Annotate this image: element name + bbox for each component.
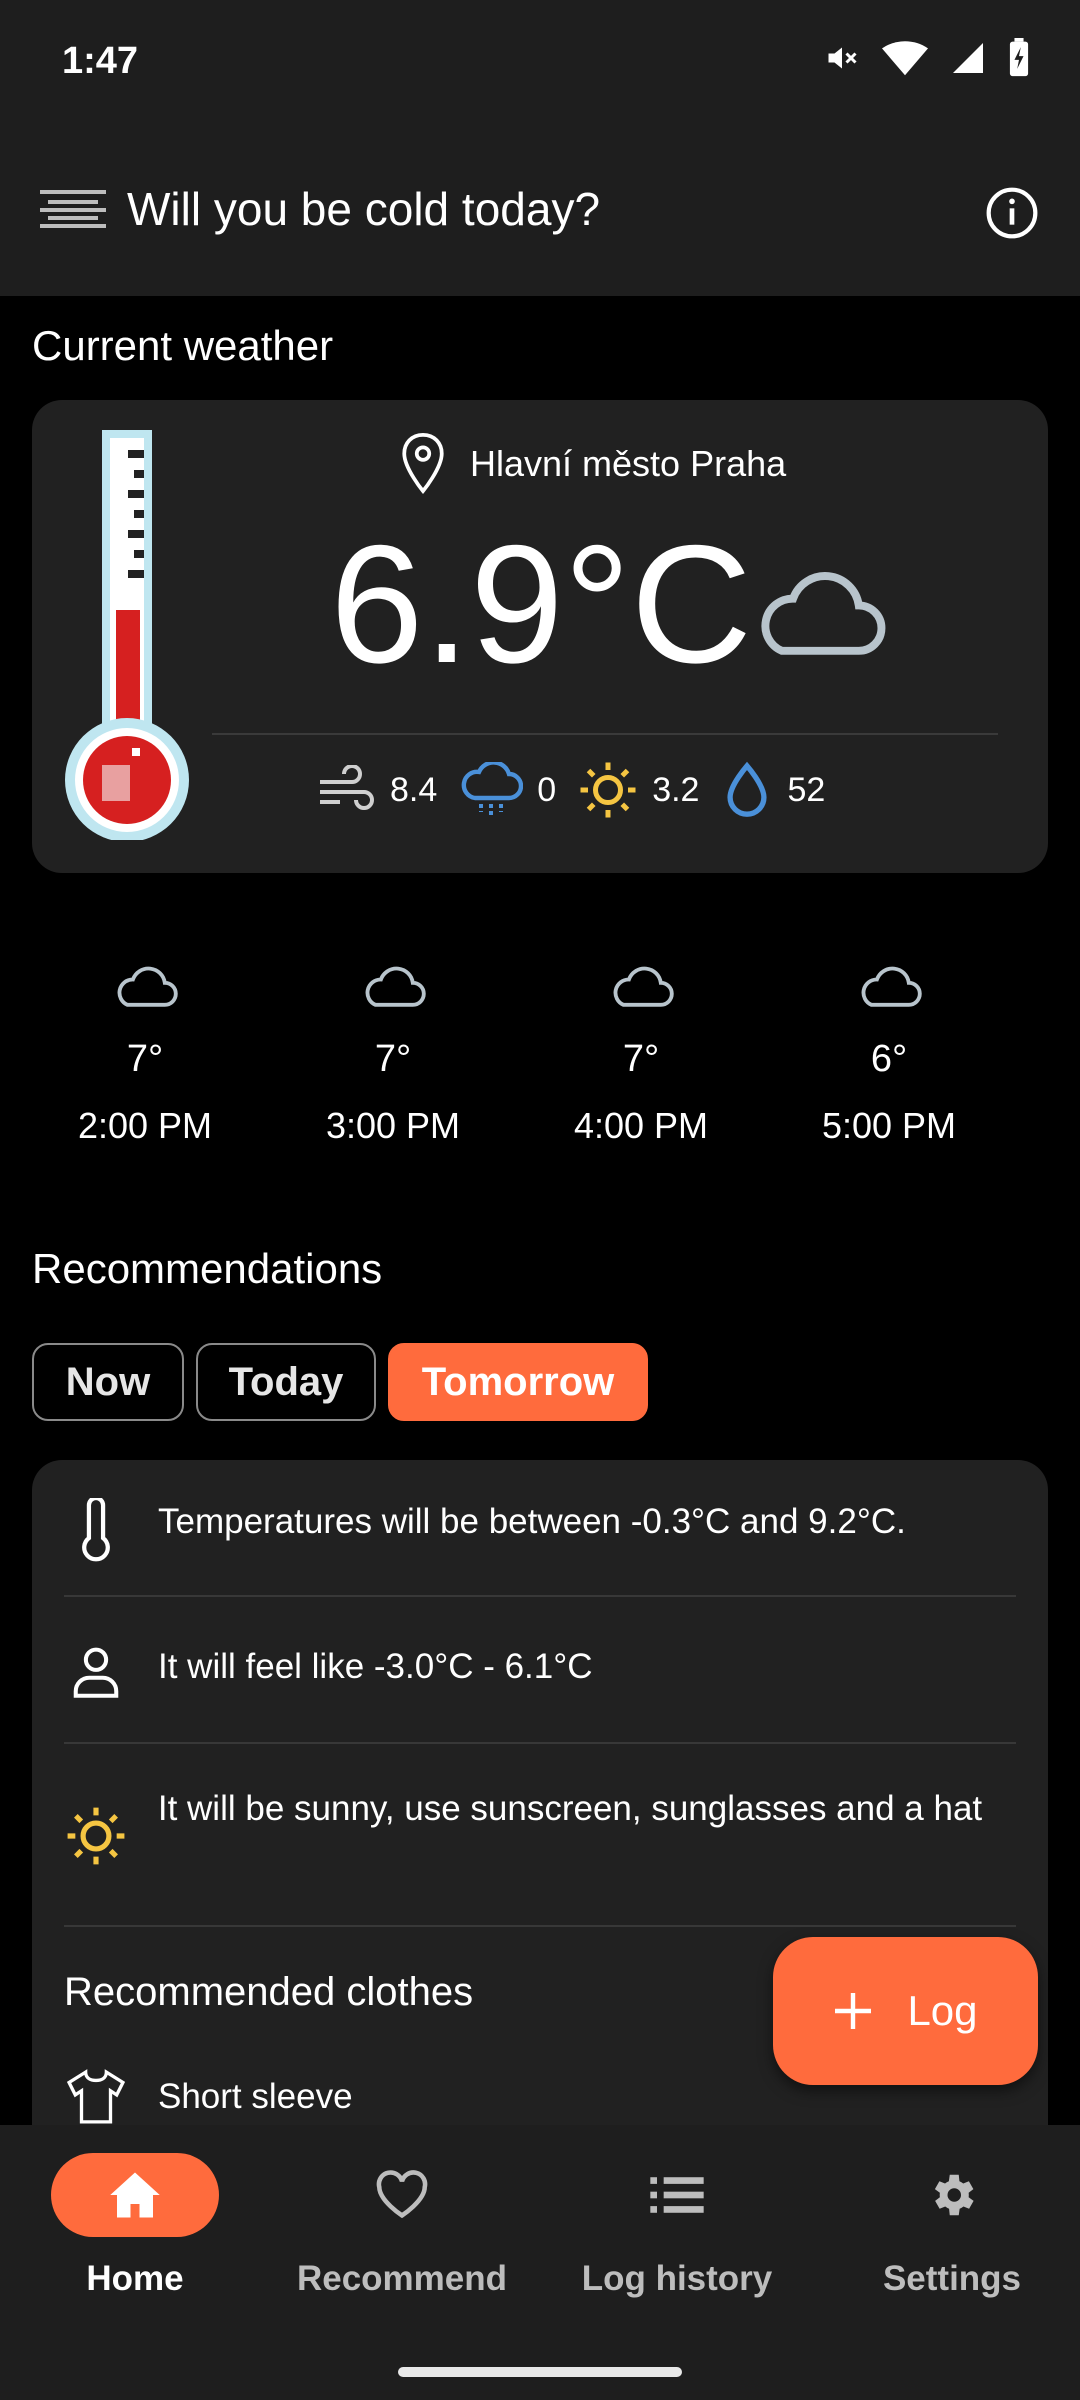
battery-charging-icon <box>1009 38 1029 77</box>
recommendation-text: It will be sunny, use sunscreen, sunglas… <box>157 1789 983 1828</box>
wind-value: 8.4 <box>390 770 438 809</box>
thermometer-illustration <box>65 430 189 840</box>
recommendation-text: Temperatures will be between -0.3°C and … <box>158 1502 906 1541</box>
sun-icon <box>580 762 636 818</box>
uv-value: 3.2 <box>652 770 700 809</box>
recommendation-item: Temperatures will be between -0.3°C and … <box>64 1498 1016 1564</box>
forecast-time: 2:00 PM <box>77 1105 213 1146</box>
rain-cloud-icon <box>461 762 524 816</box>
weather-metrics: 8.4 0 3.2 52 <box>316 760 847 820</box>
forecast-item: 6° 5:00 PM <box>789 960 989 1147</box>
uv-metric: 3.2 <box>578 760 699 820</box>
log-button-label: Log <box>907 1987 978 2034</box>
nav-recommend[interactable]: Recommend <box>267 2153 537 2299</box>
recommendation-item: It will feel like -3.0°C - 6.1°C <box>64 1643 1016 1699</box>
precipitation-metric: 0 <box>459 762 556 818</box>
cloud-icon <box>365 966 426 1007</box>
nav-home[interactable]: Home <box>0 2153 270 2299</box>
forecast-item: 7° 3:00 PM <box>293 960 493 1147</box>
thermometer-icon <box>82 1498 110 1562</box>
plus-icon <box>835 1993 872 2029</box>
nav-recommend-label: Recommend <box>296 2259 508 2298</box>
bottom-navigation: Home Recommend Log history Settings <box>0 2125 1080 2400</box>
home-icon <box>110 2172 160 2218</box>
tab-today[interactable]: Today <box>196 1343 376 1421</box>
divider <box>64 1595 1016 1597</box>
nav-settings-pill <box>868 2153 1036 2237</box>
nav-recommend-pill <box>318 2153 486 2237</box>
nav-log-history-label: Log history <box>581 2259 773 2298</box>
info-icon[interactable] <box>984 185 1040 241</box>
nav-home-pill <box>51 2153 219 2237</box>
gear-icon <box>934 2174 974 2216</box>
nav-settings-label: Settings <box>882 2259 1022 2298</box>
forecast-temp: 7° <box>374 1038 412 1080</box>
signal-icon <box>953 43 983 73</box>
forecast-temp: 7° <box>622 1038 660 1080</box>
app-bar: Will you be cold today? <box>0 128 1080 296</box>
person-icon <box>73 1647 119 1698</box>
recommendation-tabs: Now Today Tomorrow <box>32 1343 648 1421</box>
current-temperature: 6.9°C <box>330 510 753 698</box>
current-weather-card: Hlavní město Praha 6.9°C 8.4 0 3.2 52 <box>32 400 1048 873</box>
forecast-time: 4:00 PM <box>573 1105 709 1146</box>
shirt-icon <box>66 2069 126 2124</box>
nav-log-history[interactable]: Log history <box>542 2153 812 2299</box>
forecast-temp: 6° <box>870 1038 908 1080</box>
recommendations-title: Recommendations <box>32 1245 383 1292</box>
cloud-icon <box>117 966 178 1007</box>
recommendation-text: It will feel like -3.0°C - 6.1°C <box>158 1647 593 1686</box>
current-weather-title: Current weather <box>32 322 334 369</box>
divider <box>64 1925 1016 1927</box>
wifi-icon <box>882 41 928 76</box>
recommended-clothes-title: Recommended clothes <box>64 1970 474 2014</box>
droplet-icon <box>727 761 768 817</box>
cloud-icon <box>761 572 886 655</box>
nav-home-label: Home <box>86 2259 184 2298</box>
clothes-label: Short sleeve <box>158 2077 353 2116</box>
home-indicator[interactable] <box>398 2367 682 2377</box>
heart-icon <box>376 2170 428 2219</box>
forecast-item: 7° 4:00 PM <box>541 960 741 1147</box>
list-icon <box>650 2177 704 2213</box>
divider <box>64 1742 1016 1744</box>
nav-settings[interactable]: Settings <box>817 2153 1080 2299</box>
tab-now[interactable]: Now <box>32 1343 184 1421</box>
divider <box>212 733 998 735</box>
cloud-icon <box>613 966 674 1007</box>
humidity-value: 52 <box>787 770 826 809</box>
wind-icon <box>320 765 374 810</box>
status-icons <box>824 38 1030 78</box>
location-name: Hlavní město Praha <box>470 443 787 484</box>
clothes-item: Short sleeve <box>64 2068 353 2126</box>
cloud-icon <box>861 966 922 1007</box>
forecast-temp: 7° <box>126 1038 164 1080</box>
mute-icon <box>828 47 857 69</box>
forecast-time: 5:00 PM <box>821 1105 957 1146</box>
precipitation-value: 0 <box>537 770 557 809</box>
nav-log-history-pill <box>593 2153 761 2237</box>
status-bar: 1:47 <box>0 0 1080 128</box>
humidity-metric: 52 <box>721 761 825 819</box>
menu-icon[interactable] <box>40 188 106 232</box>
tab-tomorrow[interactable]: Tomorrow <box>388 1343 648 1421</box>
status-time: 1:47 <box>62 40 139 82</box>
forecast-time: 3:00 PM <box>325 1105 461 1146</box>
log-button[interactable]: Log <box>773 1937 1038 2085</box>
location-pin-icon <box>402 432 444 495</box>
sun-icon <box>67 1807 125 1865</box>
recommendation-item: It will be sunny, use sunscreen, sunglas… <box>64 1785 1016 1867</box>
forecast-item: 7° 2:00 PM <box>45 960 245 1147</box>
wind-metric: 8.4 <box>316 765 437 815</box>
app-title: Will you be cold today? <box>127 183 601 235</box>
location[interactable]: Hlavní město Praha <box>398 432 786 496</box>
